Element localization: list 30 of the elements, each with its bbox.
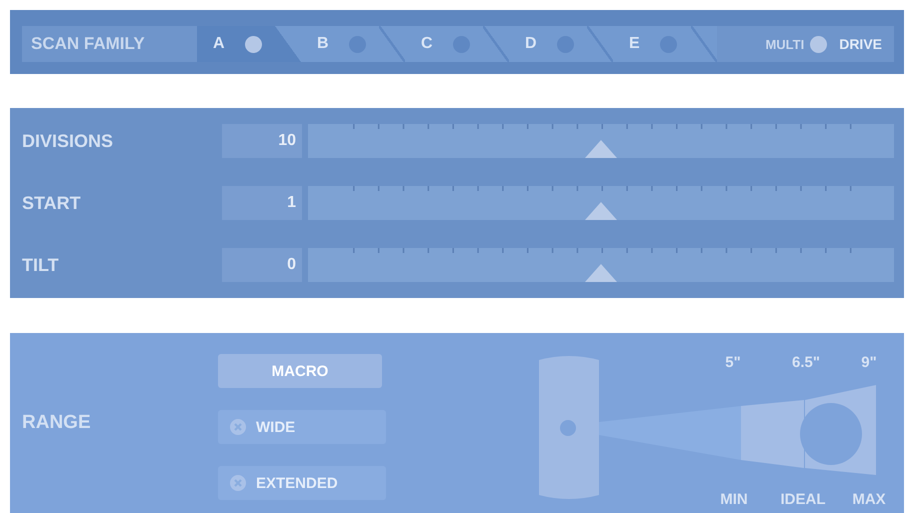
tab[interactable]: B [301, 26, 405, 62]
slider-label: DIVISIONS [22, 130, 114, 152]
marker-label: IDEAL [780, 490, 826, 508]
slider-thumb[interactable] [585, 140, 617, 158]
close-circle-icon [230, 475, 246, 491]
tab[interactable]: A [197, 26, 301, 62]
slider-label: TILT [22, 254, 60, 276]
tab[interactable]: D [509, 26, 613, 62]
slider-track[interactable] [308, 186, 894, 220]
close-circle-icon [230, 419, 246, 435]
slider-track[interactable] [308, 248, 894, 282]
range-option[interactable]: MACRO [218, 354, 382, 388]
slider-track[interactable] [308, 124, 894, 158]
distance-label: 5" [725, 354, 741, 370]
value-field[interactable]: 0 [222, 248, 302, 282]
slider-thumb[interactable] [585, 264, 617, 282]
range-label: RANGE [22, 412, 92, 434]
tab[interactable]: E [613, 26, 717, 62]
slider-label: START [22, 192, 82, 214]
marker-label: MAX [852, 490, 886, 508]
slider-thumb[interactable] [585, 202, 617, 220]
distance-label: 9" [861, 354, 877, 370]
value-field[interactable]: 10 [222, 124, 302, 158]
marker-label: MIN [720, 490, 748, 508]
drive-label: DRIVE [838, 36, 883, 52]
multi-toggle[interactable]: MULTI [761, 36, 832, 52]
distance-label: 6.5" [792, 354, 820, 370]
value-field[interactable]: 1 [222, 186, 302, 220]
tab[interactable]: C [405, 26, 509, 62]
scan-family-label: SCAN FAMILY [30, 34, 146, 54]
